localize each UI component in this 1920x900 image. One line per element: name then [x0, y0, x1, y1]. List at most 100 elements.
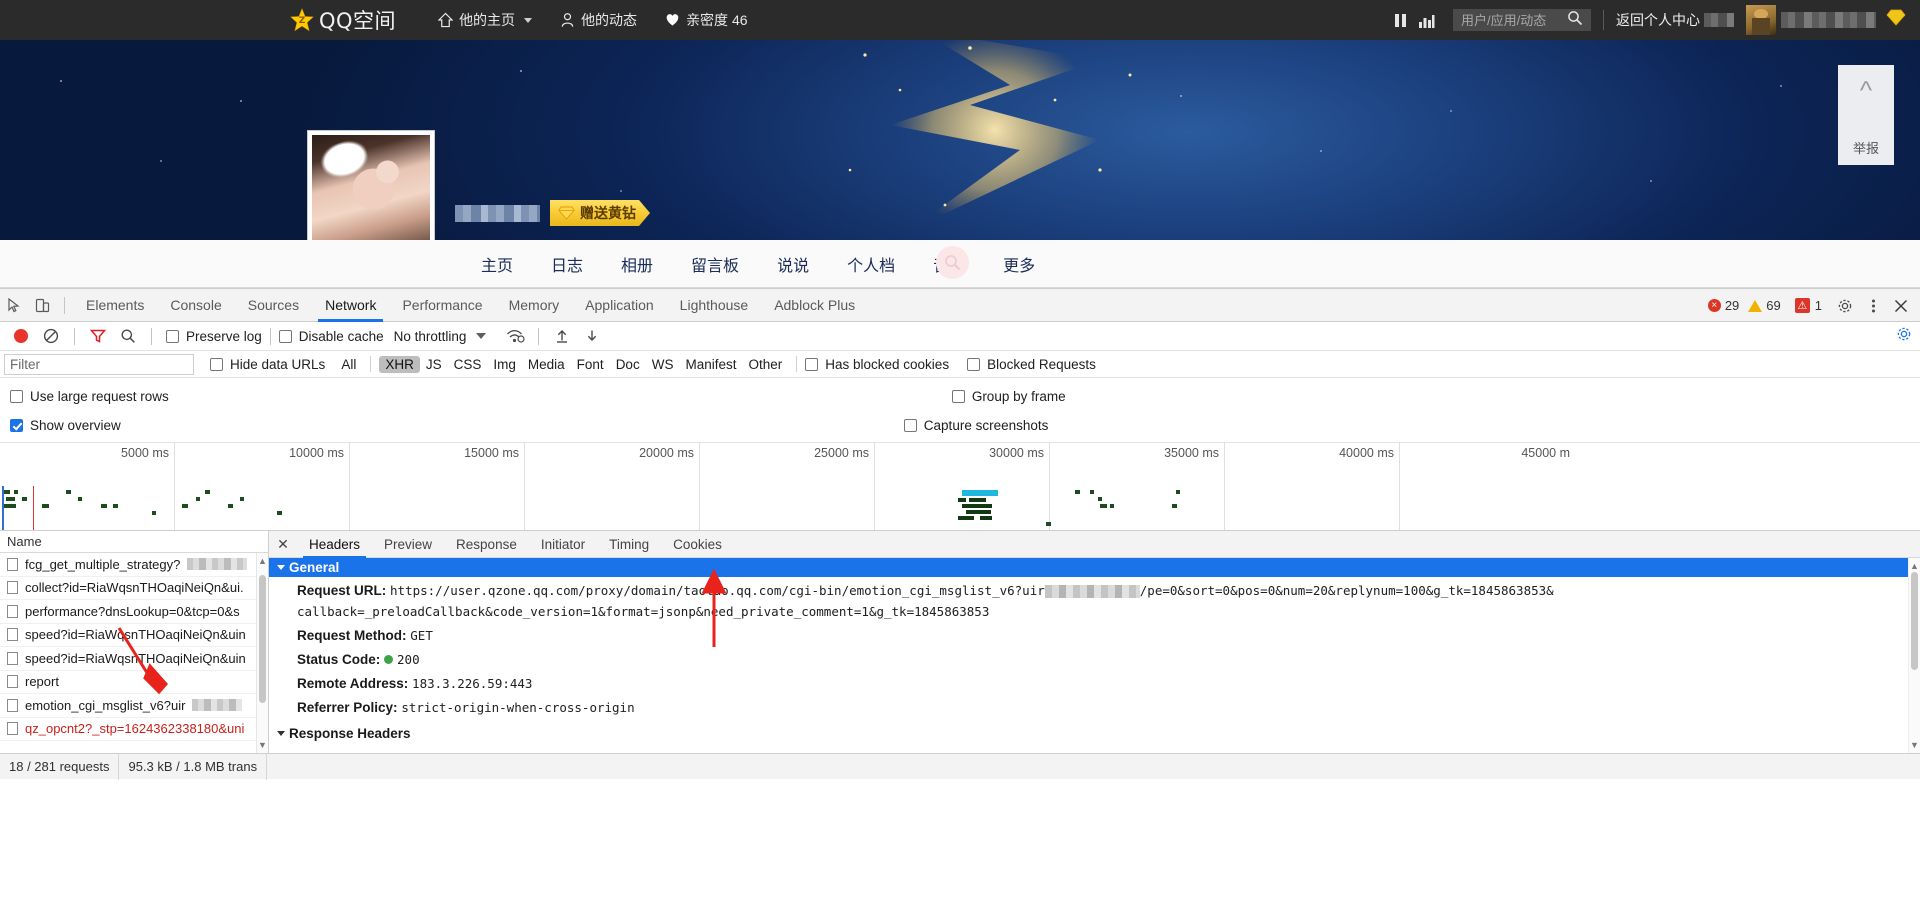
qzone-search-input[interactable] [1461, 12, 1567, 28]
export-har-icon[interactable] [577, 322, 607, 351]
filter-type-all[interactable]: All [335, 356, 362, 373]
close-detail-icon[interactable]: ✕ [269, 531, 297, 558]
scroll-up-arrow-icon[interactable]: ▲ [1909, 561, 1920, 571]
detail-scrollbar[interactable]: ▲ ▼ [1908, 558, 1920, 753]
report-label[interactable]: 举报 [1853, 138, 1879, 157]
tab-console[interactable]: Console [157, 289, 234, 322]
qzone-logo[interactable]: Z QQ空间 [290, 5, 396, 35]
yellow-diamond-icon[interactable] [1886, 9, 1906, 31]
checkbox-box[interactable] [967, 357, 981, 371]
chevron-down-icon[interactable] [476, 333, 487, 339]
checkbox-box[interactable] [210, 357, 223, 371]
filter-input[interactable] [4, 353, 194, 375]
table-row[interactable]: qz_opcnt2?_stp=1624362338180&uni [0, 718, 268, 741]
pause-icon[interactable] [1387, 0, 1413, 40]
checkbox-box[interactable] [10, 419, 23, 432]
tab-network[interactable]: Network [312, 289, 389, 322]
request-list-scrollbar[interactable]: ▲ ▼ [256, 553, 268, 753]
scrollbar-thumb[interactable] [1911, 572, 1918, 670]
error-count-badge[interactable]: × 29 [1707, 298, 1739, 313]
nav-item-intimacy[interactable]: 亲密度 46 [651, 0, 761, 40]
disable-cache-checkbox[interactable]: Disable cache [278, 329, 384, 344]
issue-counters[interactable]: × 29 69 [1699, 296, 1789, 315]
more-options-icon[interactable] [1860, 289, 1886, 322]
table-row[interactable]: report [0, 671, 268, 694]
nav-item-homepage[interactable]: 他的主页 [424, 0, 546, 40]
back-to-personal-center-link[interactable]: 返回个人中心 [1616, 10, 1700, 30]
filter-type-other[interactable]: Other [742, 356, 788, 373]
detail-tab-preview[interactable]: Preview [372, 531, 444, 558]
tab-application[interactable]: Application [572, 289, 667, 322]
show-overview-checkbox[interactable]: Show overview [10, 418, 121, 433]
issues-badge[interactable]: ⚠ 1 [1794, 298, 1822, 313]
qzone-tab-messageboard[interactable]: 留言板 [672, 252, 758, 276]
table-row[interactable]: speed?id=RiaWqsnTHOaqiNeiQn&uin [0, 647, 268, 671]
avatar[interactable] [1746, 5, 1776, 35]
capture-screenshots-checkbox[interactable]: Capture screenshots [903, 418, 1048, 433]
tab-lighthouse[interactable]: Lighthouse [667, 289, 762, 322]
checkbox-box[interactable] [805, 357, 819, 371]
tab-performance[interactable]: Performance [389, 289, 495, 322]
table-row[interactable]: fcg_get_multiple_strategy? [0, 553, 268, 577]
close-icon[interactable] [1888, 289, 1914, 322]
detail-tab-timing[interactable]: Timing [597, 531, 661, 558]
record-button[interactable] [6, 322, 36, 351]
checkbox-box[interactable] [166, 329, 179, 343]
qzone-tab-album[interactable]: 相册 [602, 252, 672, 276]
report-panel[interactable]: ^ 举报 [1838, 65, 1894, 165]
filter-type-ws[interactable]: WS [646, 356, 680, 373]
throttling-select[interactable]: No throttling [394, 329, 467, 344]
table-row[interactable]: speed?id=RiaWqsnTHOaqiNeiQn&uin [0, 624, 268, 647]
qzone-tab-more[interactable]: 更多 [984, 252, 1054, 276]
filter-type-css[interactable]: CSS [448, 356, 488, 373]
tab-elements[interactable]: Elements [73, 289, 157, 322]
preserve-log-checkbox[interactable]: Preserve log [166, 329, 262, 344]
section-general-header[interactable]: General [269, 558, 1920, 577]
detail-tab-initiator[interactable]: Initiator [529, 531, 597, 558]
use-large-request-rows-checkbox[interactable]: Use large request rows [10, 389, 169, 404]
qzone-tab-profile[interactable]: 个人档 [828, 252, 914, 276]
warning-count-badge[interactable]: 69 [1748, 298, 1781, 313]
gear-icon[interactable] [1832, 289, 1858, 322]
clear-button[interactable] [36, 322, 66, 351]
detail-tab-headers[interactable]: Headers [297, 531, 372, 558]
tab-sources[interactable]: Sources [235, 289, 312, 322]
section-response-headers[interactable]: Response Headers [269, 718, 1920, 741]
network-overview-timeline[interactable]: 5000 ms 10000 ms 15000 ms 20000 ms 25000… [0, 443, 1920, 531]
gift-yellow-diamond-button[interactable]: 赠送黄钻 [550, 200, 650, 226]
request-list-body[interactable]: fcg_get_multiple_strategy? collect?id=Ri… [0, 553, 268, 753]
filter-type-xhr[interactable]: XHR [379, 355, 420, 373]
blocked-requests-checkbox[interactable]: Blocked Requests [967, 357, 1096, 372]
tab-adblock-plus[interactable]: Adblock Plus [761, 289, 868, 322]
qzone-search-box[interactable] [1453, 9, 1591, 31]
group-by-frame-checkbox[interactable]: Group by frame [951, 389, 1066, 404]
filter-type-manifest[interactable]: Manifest [679, 356, 742, 373]
nav-item-feed[interactable]: 他的动态 [546, 0, 651, 40]
scroll-up-arrow-icon[interactable]: ▲ [257, 556, 268, 566]
import-har-icon[interactable] [547, 322, 577, 351]
scroll-down-arrow-icon[interactable]: ▼ [1909, 740, 1920, 750]
filter-type-img[interactable]: Img [487, 356, 522, 373]
search-icon[interactable] [1567, 10, 1583, 31]
filter-type-js[interactable]: JS [420, 356, 448, 373]
hide-data-urls-checkbox[interactable]: Hide data URLs [210, 357, 325, 372]
tab-memory[interactable]: Memory [496, 289, 573, 322]
filter-type-font[interactable]: Font [571, 356, 610, 373]
arrow-up-icon[interactable]: ^ [1860, 77, 1872, 103]
checkbox-box[interactable] [951, 390, 965, 403]
table-row[interactable]: performance?dnsLookup=0&tcp=0&s [0, 600, 268, 624]
checkbox-box[interactable] [10, 390, 23, 403]
qzone-tab-blog[interactable]: 日志 [532, 252, 602, 276]
scrollbar-thumb[interactable] [259, 575, 266, 703]
checkbox-box[interactable] [278, 329, 292, 343]
qzone-tab-home[interactable]: 主页 [462, 252, 532, 276]
bar-chart-icon[interactable] [1413, 0, 1439, 40]
table-row[interactable]: emotion_cgi_msglist_v6?uir [0, 694, 268, 718]
table-row[interactable]: collect?id=RiaWqsnTHOaqiNeiQn&ui. [0, 577, 268, 600]
has-blocked-cookies-checkbox[interactable]: Has blocked cookies [805, 357, 949, 372]
filter-button[interactable] [83, 322, 113, 351]
qzone-tab-shuoshuo[interactable]: 说说 [758, 252, 828, 276]
search-icon[interactable] [113, 322, 143, 351]
device-toolbar-icon[interactable] [28, 289, 56, 322]
network-settings-icon[interactable] [1896, 326, 1912, 347]
